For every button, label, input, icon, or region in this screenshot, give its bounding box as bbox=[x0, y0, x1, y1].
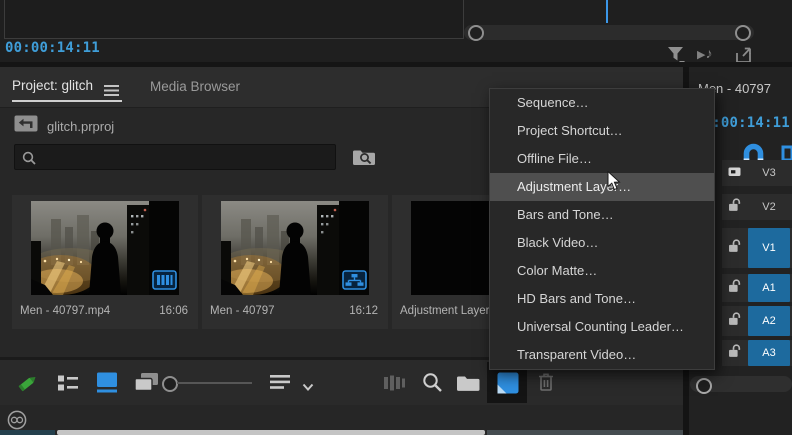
zoom-slider-handle[interactable] bbox=[162, 376, 178, 392]
menu-item-color-matte[interactable]: Color Matte… bbox=[490, 257, 714, 285]
timeline-zoom-scrollbar[interactable] bbox=[464, 25, 754, 40]
track-header-a3[interactable]: A3 bbox=[722, 340, 792, 366]
writable-pencil-icon bbox=[16, 372, 40, 398]
list-view-button[interactable] bbox=[57, 374, 79, 397]
chevron-down-icon[interactable] bbox=[302, 379, 314, 397]
track-target-button[interactable]: A1 bbox=[748, 274, 790, 302]
sequence-badge-icon bbox=[342, 270, 367, 295]
menu-item-adjustment-layer[interactable]: Adjustment Layer… bbox=[490, 173, 714, 201]
search-input[interactable] bbox=[41, 147, 333, 169]
search-bin-icon[interactable] bbox=[352, 146, 377, 172]
item-name: Men - 40797.mp4 bbox=[20, 305, 110, 317]
active-tab-underline bbox=[12, 100, 122, 102]
track-header-a2[interactable]: A2 bbox=[722, 306, 792, 336]
track-lock-icon[interactable] bbox=[728, 279, 741, 298]
status-bar bbox=[0, 405, 683, 430]
track-target-button[interactable]: V3 bbox=[748, 160, 790, 186]
freeform-view-button[interactable] bbox=[134, 372, 161, 398]
tab-project-label: Project: glitch bbox=[12, 78, 93, 93]
tab-project[interactable]: Project: glitch bbox=[12, 78, 93, 93]
playhead-line[interactable] bbox=[606, 0, 608, 23]
new-item-menu: Sequence… Project Shortcut… Offline File… bbox=[489, 88, 715, 370]
track-target-button[interactable]: V1 bbox=[748, 228, 790, 268]
menu-item-bars-and-tone[interactable]: Bars and Tone… bbox=[490, 201, 714, 229]
cursor-pointer bbox=[607, 171, 622, 197]
project-item-tile[interactable]: Men - 40797 16:12 bbox=[202, 195, 388, 329]
menu-item-hd-bars-and-tone[interactable]: HD Bars and Tone… bbox=[490, 285, 714, 313]
new-item-button[interactable] bbox=[497, 372, 519, 399]
menu-item-black-video[interactable]: Black Video… bbox=[490, 229, 714, 257]
track-header-a1[interactable]: A1 bbox=[722, 274, 792, 302]
filmstrip-badge-icon bbox=[152, 270, 177, 295]
tab-media-browser[interactable]: Media Browser bbox=[150, 79, 240, 94]
timeline-horizontal-scrollbar[interactable] bbox=[690, 376, 792, 392]
menu-item-universal-counting-leader[interactable]: Universal Counting Leader… bbox=[490, 313, 714, 341]
program-timecode: 00:00:14:11 bbox=[5, 40, 100, 56]
track-lock-icon[interactable] bbox=[728, 239, 741, 258]
panel-menu-icon[interactable] bbox=[104, 83, 119, 101]
item-name: Men - 40797 bbox=[210, 305, 275, 317]
automate-to-sequence-icon[interactable] bbox=[384, 375, 410, 396]
track-lock-icon[interactable] bbox=[728, 312, 741, 331]
menu-item-project-shortcut[interactable]: Project Shortcut… bbox=[490, 117, 714, 145]
premiere-pro-workspace: 00:00:14:11 ▶♪ Project: glitch Media Bro… bbox=[0, 0, 792, 435]
item-duration: 16:12 bbox=[349, 305, 378, 317]
item-name: Adjustment Layer bbox=[400, 305, 490, 317]
track-target-button[interactable]: A2 bbox=[748, 306, 790, 336]
project-file-name: glitch.prproj bbox=[47, 119, 114, 134]
search-box[interactable] bbox=[14, 144, 336, 170]
timeline-scroll-handle[interactable] bbox=[696, 378, 712, 394]
find-button[interactable] bbox=[422, 372, 443, 398]
sort-options-button[interactable] bbox=[270, 375, 290, 395]
search-icon bbox=[22, 151, 36, 170]
menu-item-offline-file[interactable]: Offline File… bbox=[490, 145, 714, 173]
icon-view-button[interactable] bbox=[96, 372, 118, 398]
menu-item-transparent-video[interactable]: Transparent Video… bbox=[490, 341, 714, 369]
item-duration: 16:06 bbox=[159, 305, 188, 317]
track-header-v2[interactable]: V2 bbox=[722, 194, 792, 220]
track-lock-icon[interactable] bbox=[728, 344, 741, 363]
track-header-v1[interactable]: V1 bbox=[722, 228, 792, 268]
project-item-tile[interactable]: Men - 40797.mp4 16:06 bbox=[12, 195, 198, 329]
navigate-up-icon[interactable] bbox=[14, 115, 38, 137]
bottom-scrollbar-corner bbox=[0, 430, 55, 435]
bottom-scrollbar-thumb[interactable] bbox=[57, 430, 485, 435]
tab-media-browser-label: Media Browser bbox=[150, 79, 240, 94]
program-monitor-area bbox=[4, 0, 464, 39]
zoom-handle-left[interactable] bbox=[468, 25, 484, 41]
track-lock-icon[interactable] bbox=[728, 198, 741, 217]
track-header-v3[interactable]: V3 bbox=[722, 160, 792, 186]
menu-item-sequence[interactable]: Sequence… bbox=[490, 89, 714, 117]
sync-lock-icon[interactable] bbox=[728, 164, 741, 182]
delete-button[interactable] bbox=[536, 372, 556, 398]
zoom-slider[interactable] bbox=[177, 382, 252, 384]
track-target-button[interactable]: V2 bbox=[748, 194, 790, 220]
track-target-button[interactable]: A3 bbox=[748, 340, 790, 366]
new-bin-button[interactable] bbox=[456, 373, 481, 397]
zoom-handle-right[interactable] bbox=[735, 25, 751, 41]
